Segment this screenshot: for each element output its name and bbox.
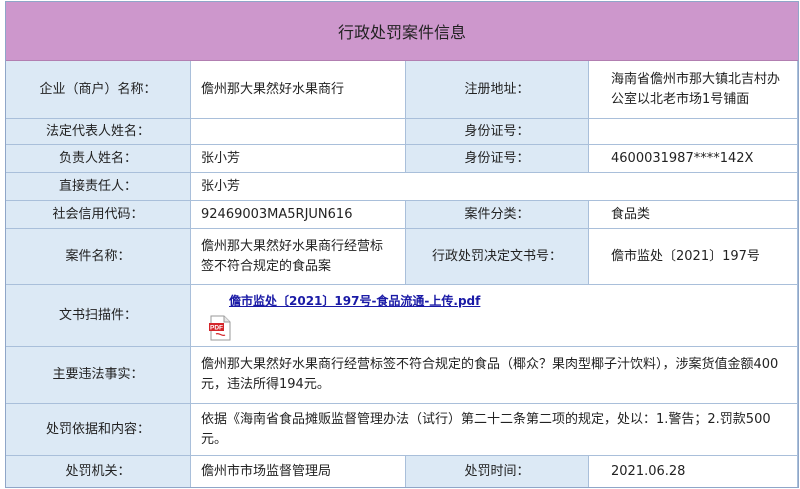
authority-value: 儋州市市场监督管理局 — [191, 456, 406, 487]
basis-label: 处罚依据和内容： — [6, 404, 191, 456]
case-category-label: 案件分类： — [406, 201, 589, 229]
id-label-2: 身份证号： — [406, 145, 589, 173]
legal-rep-label: 法定代表人姓名： — [6, 119, 191, 145]
principal-label: 负责人姓名： — [6, 145, 191, 173]
basis-value: 依据《海南省食品摊贩监督管理办法（试行）第二十二条第二项的规定，处以：1.警告；… — [191, 404, 798, 456]
id-value-1 — [589, 119, 798, 145]
date-value: 2021.06.28 — [589, 456, 798, 487]
case-info-table: 行政处罚案件信息 企业（商户）名称： 儋州那大果然好水果商行 注册地址： 海南省… — [5, 1, 799, 488]
decision-no-label: 行政处罚决定文书号： — [406, 229, 589, 285]
scan-file-link[interactable]: 儋市监处〔2021〕197号-食品流通-上传.pdf — [229, 291, 480, 311]
svg-text:PDF: PDF — [210, 324, 223, 331]
direct-resp-label: 直接责任人： — [6, 173, 191, 201]
legal-rep-value — [191, 119, 406, 145]
direct-resp-value: 张小芳 — [191, 173, 798, 201]
principal-value: 张小芳 — [191, 145, 406, 173]
pdf-icon[interactable]: PDF — [209, 315, 231, 341]
authority-label: 处罚机关： — [6, 456, 191, 487]
facts-label: 主要违法事实： — [6, 347, 191, 404]
id-value-2: 4600031987****142X — [589, 145, 798, 173]
enterprise-label: 企业（商户）名称： — [6, 61, 191, 119]
date-label: 处罚时间： — [406, 456, 589, 487]
case-category-value: 食品类 — [589, 201, 798, 229]
credit-code-label: 社会信用代码： — [6, 201, 191, 229]
reg-address-label: 注册地址： — [406, 61, 589, 119]
enterprise-value: 儋州那大果然好水果商行 — [191, 61, 406, 119]
case-name-value: 儋州那大果然好水果商行经营标签不符合规定的食品案 — [191, 229, 406, 285]
scan-label: 文书扫描件： — [6, 285, 191, 347]
decision-no-value: 儋市监处〔2021〕197号 — [589, 229, 798, 285]
id-label-1: 身份证号： — [406, 119, 589, 145]
reg-address-value: 海南省儋州市那大镇北吉村办公室以北老市场1号铺面 — [589, 61, 798, 119]
case-name-label: 案件名称： — [6, 229, 191, 285]
scan-cell: 儋市监处〔2021〕197号-食品流通-上传.pdf PDF — [191, 285, 798, 347]
credit-code-value: 92469003MA5RJUN616 — [191, 201, 406, 229]
facts-value: 儋州那大果然好水果商行经营标签不符合规定的食品（椰众？果肉型椰子汁饮料），涉案货… — [191, 347, 798, 404]
page-title: 行政处罚案件信息 — [6, 2, 798, 61]
